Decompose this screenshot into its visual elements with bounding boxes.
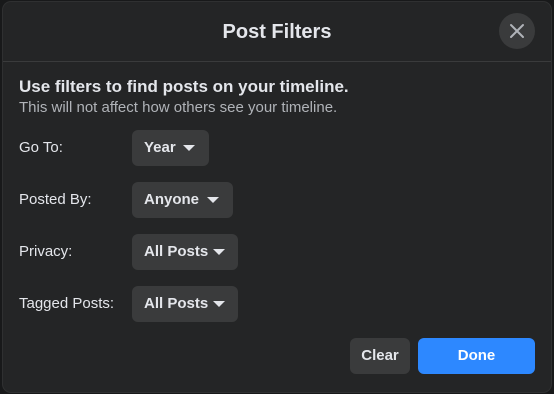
dialog-title: Post Filters [222, 21, 332, 43]
caret-down-icon [207, 197, 219, 203]
close-icon [510, 24, 524, 38]
caret-down-icon [213, 301, 225, 307]
privacy-label: Privacy: [19, 243, 73, 260]
go-to-dropdown[interactable]: Year [132, 130, 209, 166]
posted-by-value: Anyone [144, 191, 200, 208]
caret-down-icon [213, 249, 225, 255]
posted-by-dropdown[interactable]: Anyone [132, 182, 233, 218]
posted-by-label: Posted By: [19, 191, 92, 208]
tagged-posts-value: All Posts [144, 295, 209, 312]
clear-button[interactable]: Clear [350, 338, 410, 374]
go-to-value: Year [144, 139, 176, 156]
close-button[interactable] [499, 13, 535, 49]
go-to-label: Go To: [19, 139, 63, 156]
privacy-dropdown[interactable]: All Posts [132, 234, 238, 270]
dialog-header: Post Filters [3, 2, 551, 62]
intro-heading: Use filters to find posts on your timeli… [19, 77, 349, 96]
tagged-posts-label: Tagged Posts: [19, 295, 115, 312]
done-button[interactable]: Done [418, 338, 535, 374]
privacy-value: All Posts [144, 243, 209, 260]
post-filters-dialog: Post Filters Use filters to find posts o… [3, 2, 551, 392]
intro-subtext: This will not affect how others see your… [19, 99, 338, 116]
tagged-posts-dropdown[interactable]: All Posts [132, 286, 238, 322]
caret-down-icon [183, 145, 195, 151]
